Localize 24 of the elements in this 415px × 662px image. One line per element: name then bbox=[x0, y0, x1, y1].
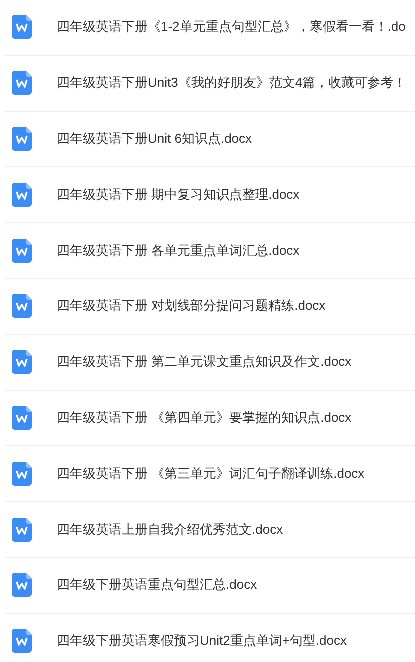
document-icon bbox=[12, 462, 32, 486]
document-icon bbox=[12, 573, 32, 598]
file-name[interactable]: 四年级英语下册 第二单元课文重点知识及作文.docx bbox=[57, 353, 352, 372]
document-icon bbox=[12, 15, 32, 40]
file-name[interactable]: 四年级下册英语寒假预习Unit2重点单词+句型.docx bbox=[57, 632, 348, 650]
document-icon bbox=[12, 629, 32, 654]
file-name[interactable]: 四年级英语下册 对划线部分提问习题精练.docx bbox=[57, 297, 326, 316]
document-icon bbox=[12, 238, 32, 263]
document-icon bbox=[12, 294, 32, 318]
document-icon bbox=[12, 126, 32, 151]
file-name[interactable]: 四年级英语上册自我介绍优秀范文.docx bbox=[57, 520, 284, 539]
file-name[interactable]: 四年级英语下册 《第四单元》要掌握的知识点.docx bbox=[57, 408, 352, 427]
document-icon bbox=[12, 182, 32, 207]
document-icon bbox=[12, 350, 32, 374]
file-name[interactable]: 四年级英语下册 各单元重点单词汇总.docx bbox=[57, 242, 300, 260]
document-icon bbox=[12, 71, 32, 96]
file-name[interactable]: 四年级英语下册《1-2单元重点句型汇总》，寒假看一看！.do bbox=[57, 18, 406, 36]
file-name[interactable]: 四年级下册英语重点句型汇总.docx bbox=[57, 576, 258, 594]
document-icon bbox=[12, 406, 32, 430]
file-name[interactable]: 四年级英语下册 期中复习知识点整理.docx bbox=[57, 186, 300, 204]
file-name[interactable]: 四年级英语下册 《第三单元》词汇句子翻译训练.docx bbox=[57, 464, 365, 483]
file-name[interactable]: 四年级英语下册Unit 6知识点.docx bbox=[57, 130, 252, 148]
document-icon bbox=[12, 518, 32, 542]
file-name[interactable]: 四年级英语下册Unit3《我的好朋友》范文4篇，收藏可参考！ bbox=[57, 74, 407, 92]
